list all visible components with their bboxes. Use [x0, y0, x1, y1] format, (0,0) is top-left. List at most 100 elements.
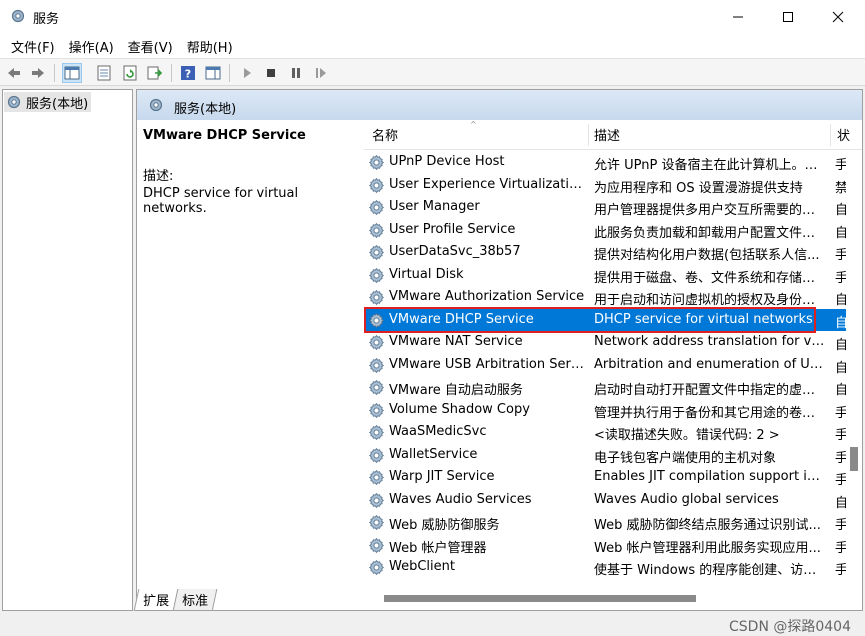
service-status-cell: 自 — [835, 334, 846, 353]
tree-item-label: 服务(本地) — [26, 96, 89, 112]
stop-service-button[interactable] — [261, 63, 281, 83]
service-status-cell: 手 — [835, 447, 846, 466]
service-name-cell: UserDataSvc_38b57 — [389, 244, 521, 259]
tab-standard[interactable]: 标准 — [172, 589, 218, 611]
column-header-name[interactable]: 名称 — [372, 125, 398, 144]
vertical-scroll-thumb[interactable] — [850, 447, 858, 471]
service-name-cell: VMware USB Arbitration Service — [389, 356, 585, 372]
services-list: ^ 名称 描述 状 UPnP Device Host 允许 UPnP 设备宿主在此… — [364, 120, 862, 606]
service-description-cell: 电子钱包客户端使用的主机对象 — [594, 450, 777, 466]
service-description-cell: Network address translation for virtual.… — [594, 334, 826, 349]
pane-title: 服务(本地) — [174, 102, 237, 117]
service-name-cell: WalletService — [389, 446, 478, 462]
table-row[interactable]: User Manager 用户管理器提供多用户交互所需要的运... 自 — [364, 196, 846, 219]
service-status-cell: 自 — [835, 492, 846, 511]
table-row[interactable]: User Profile Service 此服务负责加载和卸载用户配置文件。...… — [364, 219, 846, 242]
service-gear-icon — [369, 267, 384, 283]
service-description-cell: 提供对结构化用户数据(包括联系人信... — [594, 248, 820, 263]
service-gear-icon — [369, 379, 384, 396]
service-name-cell: WebClient — [389, 559, 455, 574]
service-status-cell: 自 — [835, 379, 846, 398]
show-hide-action-pane-button[interactable] — [203, 63, 223, 83]
table-row[interactable]: UserDataSvc_38b57 提供对结构化用户数据(包括联系人信... 手 — [364, 241, 846, 264]
service-status-cell: 手 — [835, 267, 846, 286]
help-button[interactable]: ? — [178, 63, 198, 83]
service-gear-icon — [369, 289, 384, 306]
column-resize-handle[interactable] — [830, 124, 831, 146]
menu-help[interactable]: 帮助(H) — [180, 37, 240, 56]
forward-button[interactable] — [28, 63, 48, 83]
action-pane-icon — [205, 66, 221, 80]
service-status-cell: 手 — [835, 537, 846, 556]
table-row[interactable]: VMware 自动启动服务 启动时自动打开配置文件中指定的虚拟... 自 — [364, 376, 846, 399]
table-row[interactable]: Web 威胁防御服务 Web 威胁防御终结点服务通过识别试... 手 — [364, 511, 846, 534]
table-row[interactable]: Waves Audio Services Waves Audio global s… — [364, 489, 846, 512]
service-gear-icon — [369, 559, 384, 576]
minimize-button[interactable] — [715, 0, 761, 34]
refresh-button[interactable] — [120, 63, 140, 83]
service-status-cell: 手 — [835, 469, 846, 488]
table-row[interactable]: User Experience Virtualization Service 为应… — [364, 174, 846, 197]
menu-view[interactable]: 查看(V) — [121, 37, 180, 56]
service-name-cell: User Experience Virtualization Service — [389, 176, 585, 192]
service-description-cell: 为应用程序和 OS 设置漫游提供支持 — [594, 180, 803, 196]
service-gear-icon — [369, 424, 384, 441]
menu-action[interactable]: 操作(A) — [62, 37, 121, 56]
service-status-cell: 禁 — [835, 177, 846, 196]
forward-arrow-icon — [32, 68, 44, 78]
tree-item-services-local[interactable]: 服务(本地) — [4, 92, 92, 112]
close-icon — [832, 11, 844, 23]
column-header-status[interactable]: 状 — [837, 125, 850, 144]
column-resize-handle[interactable] — [588, 124, 589, 146]
table-row[interactable]: UPnP Device Host 允许 UPnP 设备宿主在此计算机上。如... 手 — [364, 151, 846, 174]
service-gear-icon — [369, 177, 384, 193]
table-row[interactable]: Warp JIT Service Enables JIT compilation … — [364, 466, 846, 489]
vertical-scrollbar[interactable] — [846, 151, 862, 590]
horizontal-scroll-thumb[interactable] — [384, 595, 696, 602]
service-status-cell: 自 — [835, 289, 846, 308]
table-row[interactable]: VMware USB Arbitration Service Arbitratio… — [364, 354, 846, 377]
service-name-cell: UPnP Device Host — [389, 154, 505, 169]
pause-service-button[interactable] — [286, 63, 306, 83]
service-status-cell: 手 — [835, 154, 846, 173]
table-row[interactable]: VMware Authorization Service 用于启动和访问虚拟机的授… — [364, 286, 846, 309]
properties-button[interactable] — [94, 63, 114, 83]
service-name-cell: VMware DHCP Service — [389, 311, 534, 327]
table-row[interactable]: Volume Shadow Copy 管理并执行用于备份和其它用途的卷影... 手 — [364, 399, 846, 422]
tab-extended[interactable]: 扩展 — [133, 589, 179, 611]
maximize-button[interactable] — [765, 0, 811, 34]
service-description-cell: 使基于 Windows 的程序能创建、访问... — [594, 563, 826, 578]
table-row[interactable]: Web 帐户管理器 Web 帐户管理器利用此服务实现应用... 手 — [364, 534, 846, 557]
column-header-description[interactable]: 描述 — [594, 125, 620, 144]
sort-ascending-icon: ^ — [470, 120, 477, 129]
service-description-cell: Web 帐户管理器利用此服务实现应用... — [594, 540, 821, 556]
play-icon — [244, 68, 251, 78]
table-row[interactable]: WaaSMedicSvc <读取描述失败。错误代码: 2 > 手 — [364, 421, 846, 444]
service-description-cell: 启动时自动打开配置文件中指定的虚拟... — [594, 383, 826, 398]
menu-bar: 文件(F) 操作(A) 查看(V) 帮助(H) — [0, 34, 865, 58]
restart-service-button[interactable] — [311, 63, 331, 83]
service-gear-icon — [369, 199, 384, 216]
service-gear-icon — [369, 469, 384, 486]
table-row-selected[interactable]: VMware DHCP Service DHCP service for virt… — [364, 306, 846, 333]
export-list-button[interactable] — [145, 63, 165, 83]
view-tabs: 扩展 标准 — [133, 589, 218, 611]
menu-file[interactable]: 文件(F) — [4, 37, 62, 56]
service-name-cell: VMware Authorization Service — [389, 289, 585, 304]
horizontal-scrollbar[interactable] — [364, 590, 862, 606]
service-description-cell: 提供用于磁盘、卷、文件系统和存储阵... — [594, 270, 826, 286]
table-row[interactable]: WebClient 使基于 Windows 的程序能创建、访问... 手 — [364, 556, 846, 579]
table-row[interactable]: VMware NAT Service Network address transl… — [364, 331, 846, 354]
toolbar-separator — [229, 64, 230, 82]
watermark: CSDN @探路0404 — [729, 619, 851, 635]
table-row[interactable]: WalletService 电子钱包客户端使用的主机对象 手 — [364, 444, 846, 467]
service-status-cell: 手 — [835, 514, 846, 533]
close-button[interactable] — [815, 0, 861, 34]
detail-service-name: VMware DHCP Service — [143, 128, 306, 143]
back-button[interactable] — [4, 63, 24, 83]
service-status-cell: 手 — [835, 424, 846, 443]
table-row[interactable]: Virtual Disk 提供用于磁盘、卷、文件系统和存储阵... 手 — [364, 264, 846, 287]
start-service-button[interactable] — [237, 63, 257, 83]
service-gear-icon — [369, 154, 384, 171]
console-tree-button[interactable] — [62, 63, 82, 83]
